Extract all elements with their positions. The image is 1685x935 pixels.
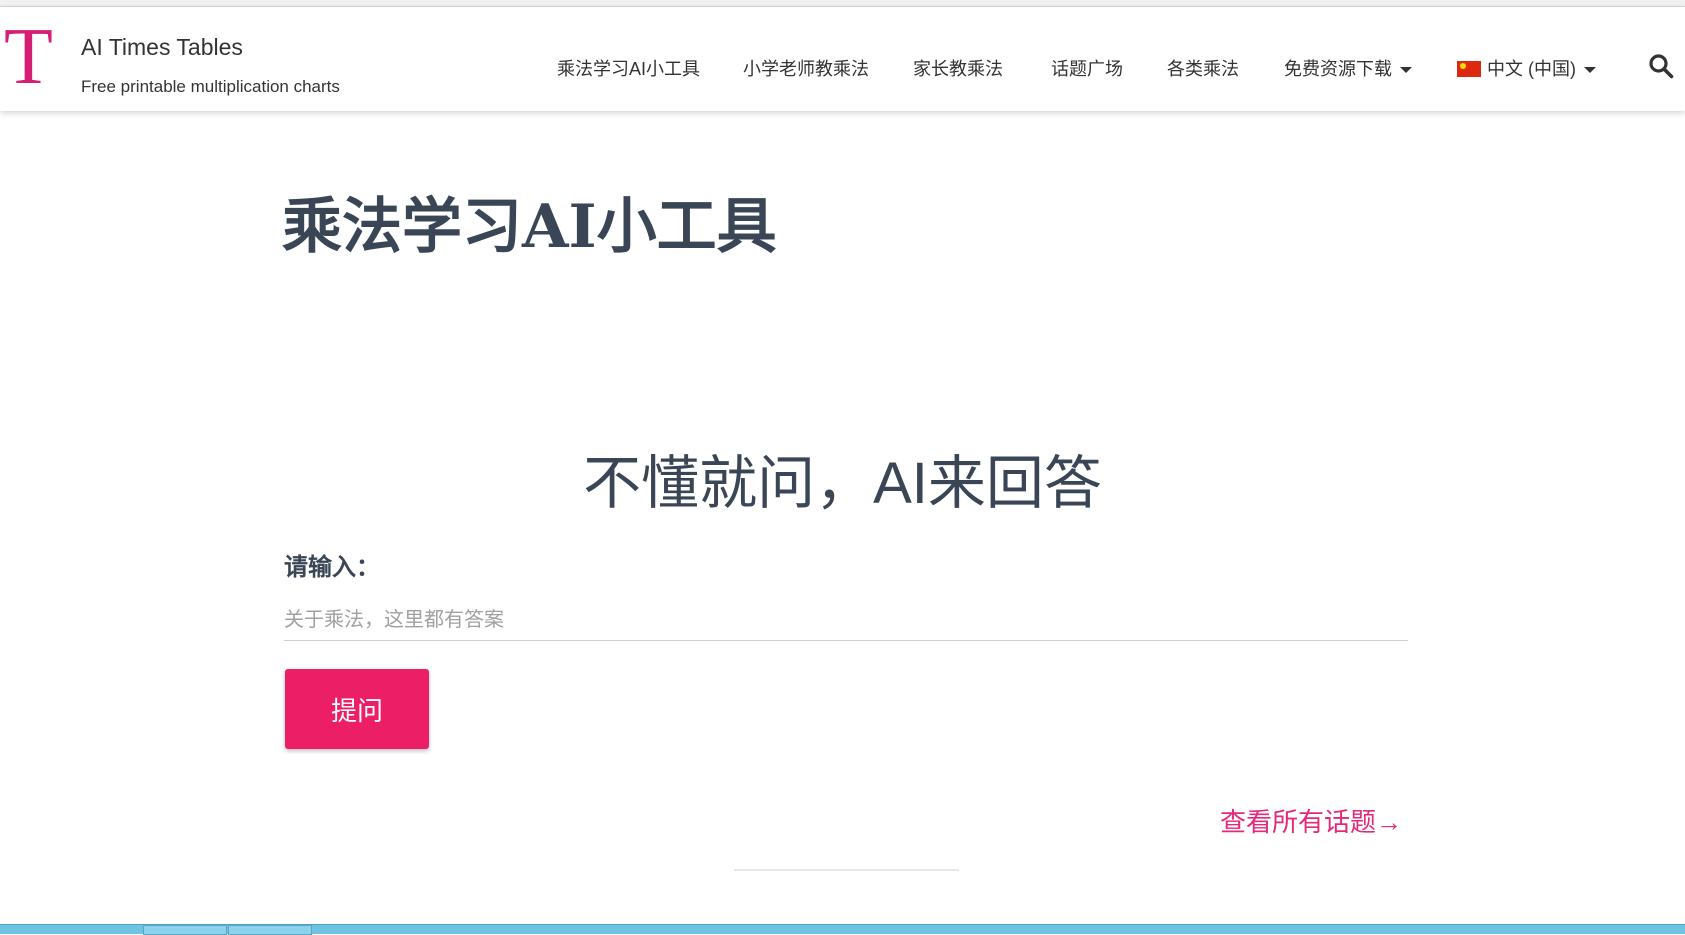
nav-item-label: 免费资源下载 <box>1284 59 1392 79</box>
nav-item-label: 话题广场 <box>1051 59 1123 79</box>
navbar: T AI Times Tables Free printable multipl… <box>0 7 1685 111</box>
nav-item-teachers[interactable]: 小学老师教乘法 <box>743 55 869 81</box>
question-input-label: 请输入： <box>284 554 380 581</box>
nav-item-label: 家长教乘法 <box>913 59 1003 79</box>
chevron-down-icon <box>1400 67 1412 74</box>
site-logo[interactable]: T <box>4 17 53 97</box>
site-tagline: Free printable multiplication charts <box>81 77 340 96</box>
chevron-down-icon <box>1584 67 1596 74</box>
nav-item-label: 小学老师教乘法 <box>743 59 869 79</box>
language-selector[interactable]: 中文 (中国) <box>1457 55 1596 81</box>
site-name[interactable]: AI Times Tables <box>81 34 243 61</box>
nav-item-free-downloads[interactable]: 免费资源下载 <box>1284 55 1412 81</box>
taskbar-item[interactable] <box>143 925 227 935</box>
browser-top-edge <box>0 0 1685 7</box>
view-all-topics-link[interactable]: 查看所有话题→ <box>1220 802 1402 839</box>
search-icon[interactable] <box>1648 53 1674 79</box>
nav-item-multiplication-types[interactable]: 各类乘法 <box>1167 55 1239 81</box>
language-label: 中文 (中国) <box>1487 59 1576 79</box>
nav-item-ai-tool[interactable]: 乘法学习AI小工具 <box>557 55 700 81</box>
taskbar-item[interactable] <box>228 925 312 935</box>
hero-heading: 不懂就问，AI来回答 <box>583 451 1102 516</box>
search-icon-graphic <box>1649 54 1674 79</box>
nav-item-label: 乘法学习AI小工具 <box>557 59 701 79</box>
page-title: 乘法学习AI小工具 <box>282 192 777 262</box>
nav-item-label: 各类乘法 <box>1167 59 1239 79</box>
question-input[interactable] <box>284 600 1408 641</box>
nav-item-topics[interactable]: 话题广场 <box>1051 55 1123 81</box>
section-divider <box>734 869 959 871</box>
nav-item-parents[interactable]: 家长教乘法 <box>913 55 1003 81</box>
ask-button[interactable]: 提问 <box>285 669 429 749</box>
cn-flag-icon <box>1457 61 1481 77</box>
